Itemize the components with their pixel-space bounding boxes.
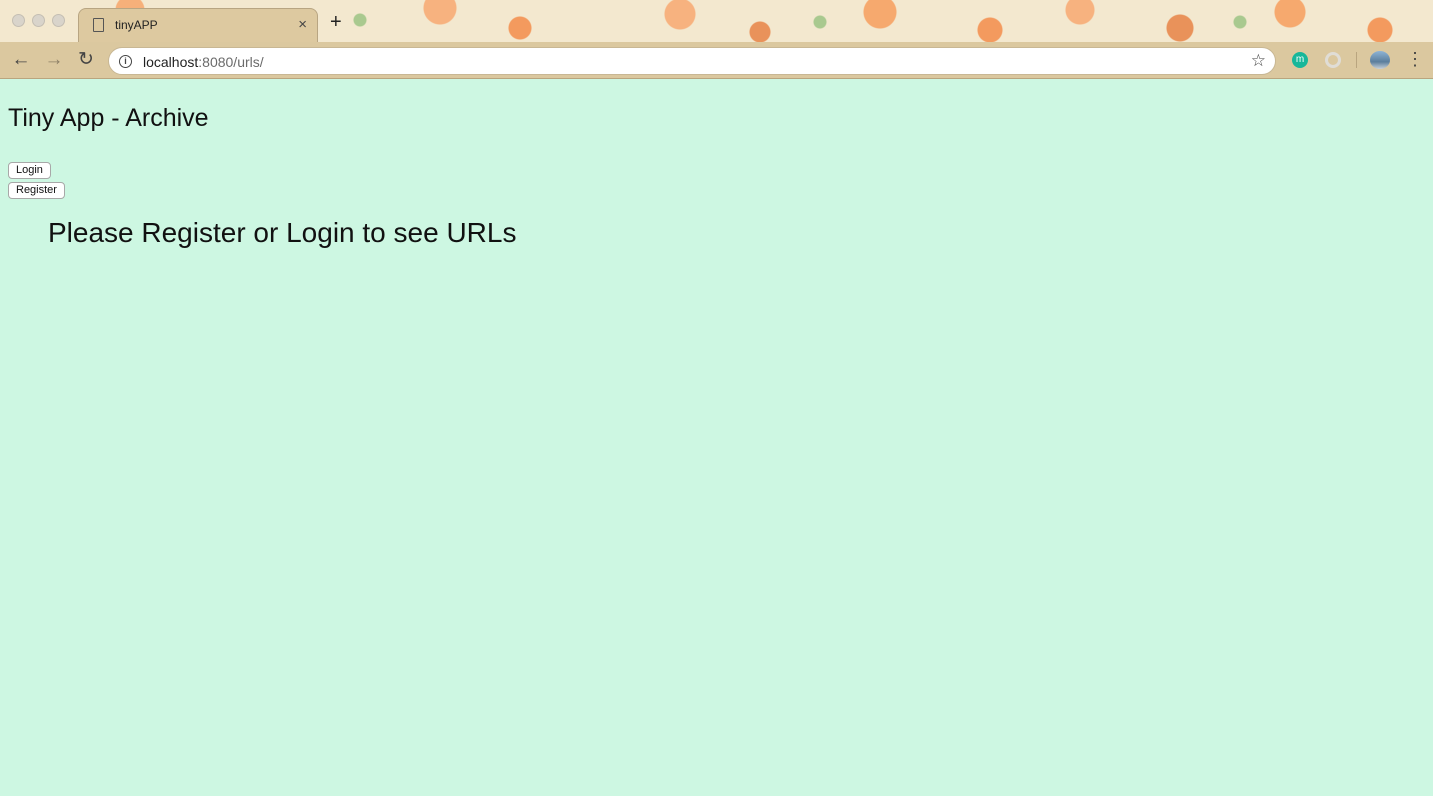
reload-icon[interactable]: ↻ [74, 49, 98, 71]
page-title: Tiny App - Archive [8, 104, 209, 132]
back-icon[interactable]: ← [9, 49, 33, 71]
tab-close-icon[interactable]: × [298, 16, 307, 33]
page-content: Tiny App - Archive Login Register Please… [0, 80, 1433, 796]
url-host: localhost [143, 54, 199, 70]
window-close-icon[interactable] [12, 14, 25, 27]
document-icon [93, 18, 104, 32]
forward-icon[interactable]: → [42, 49, 66, 71]
site-info-icon[interactable]: i [119, 55, 132, 68]
login-prompt-message: Please Register or Login to see URLs [48, 217, 517, 248]
url-path: :8080/urls/ [198, 54, 264, 70]
window-maximize-icon[interactable] [52, 14, 65, 27]
url-text[interactable]: localhost:8080/urls/ [143, 54, 264, 70]
browser-menu-icon[interactable]: ⋮ [1406, 49, 1424, 69]
address-bar[interactable]: i localhost:8080/urls/ ☆ [108, 47, 1276, 75]
bookmark-star-icon[interactable]: ☆ [1251, 51, 1266, 71]
register-button[interactable]: Register [8, 182, 65, 199]
new-tab-button[interactable]: + [330, 12, 342, 32]
window-minimize-icon[interactable] [32, 14, 45, 27]
tab-title: tinyAPP [115, 18, 158, 32]
login-button[interactable]: Login [8, 162, 51, 179]
toolbar-divider [1356, 52, 1357, 68]
browser-toolbar: ← → ↻ i localhost:8080/urls/ ☆ [0, 42, 1433, 79]
profile-avatar-icon[interactable] [1370, 51, 1390, 69]
extension-ring-icon[interactable] [1325, 52, 1341, 68]
browser-titlebar: tinyAPP × + [0, 0, 1433, 42]
browser-tab[interactable]: tinyAPP × [78, 8, 318, 42]
extension-m-icon[interactable]: m [1292, 52, 1308, 68]
